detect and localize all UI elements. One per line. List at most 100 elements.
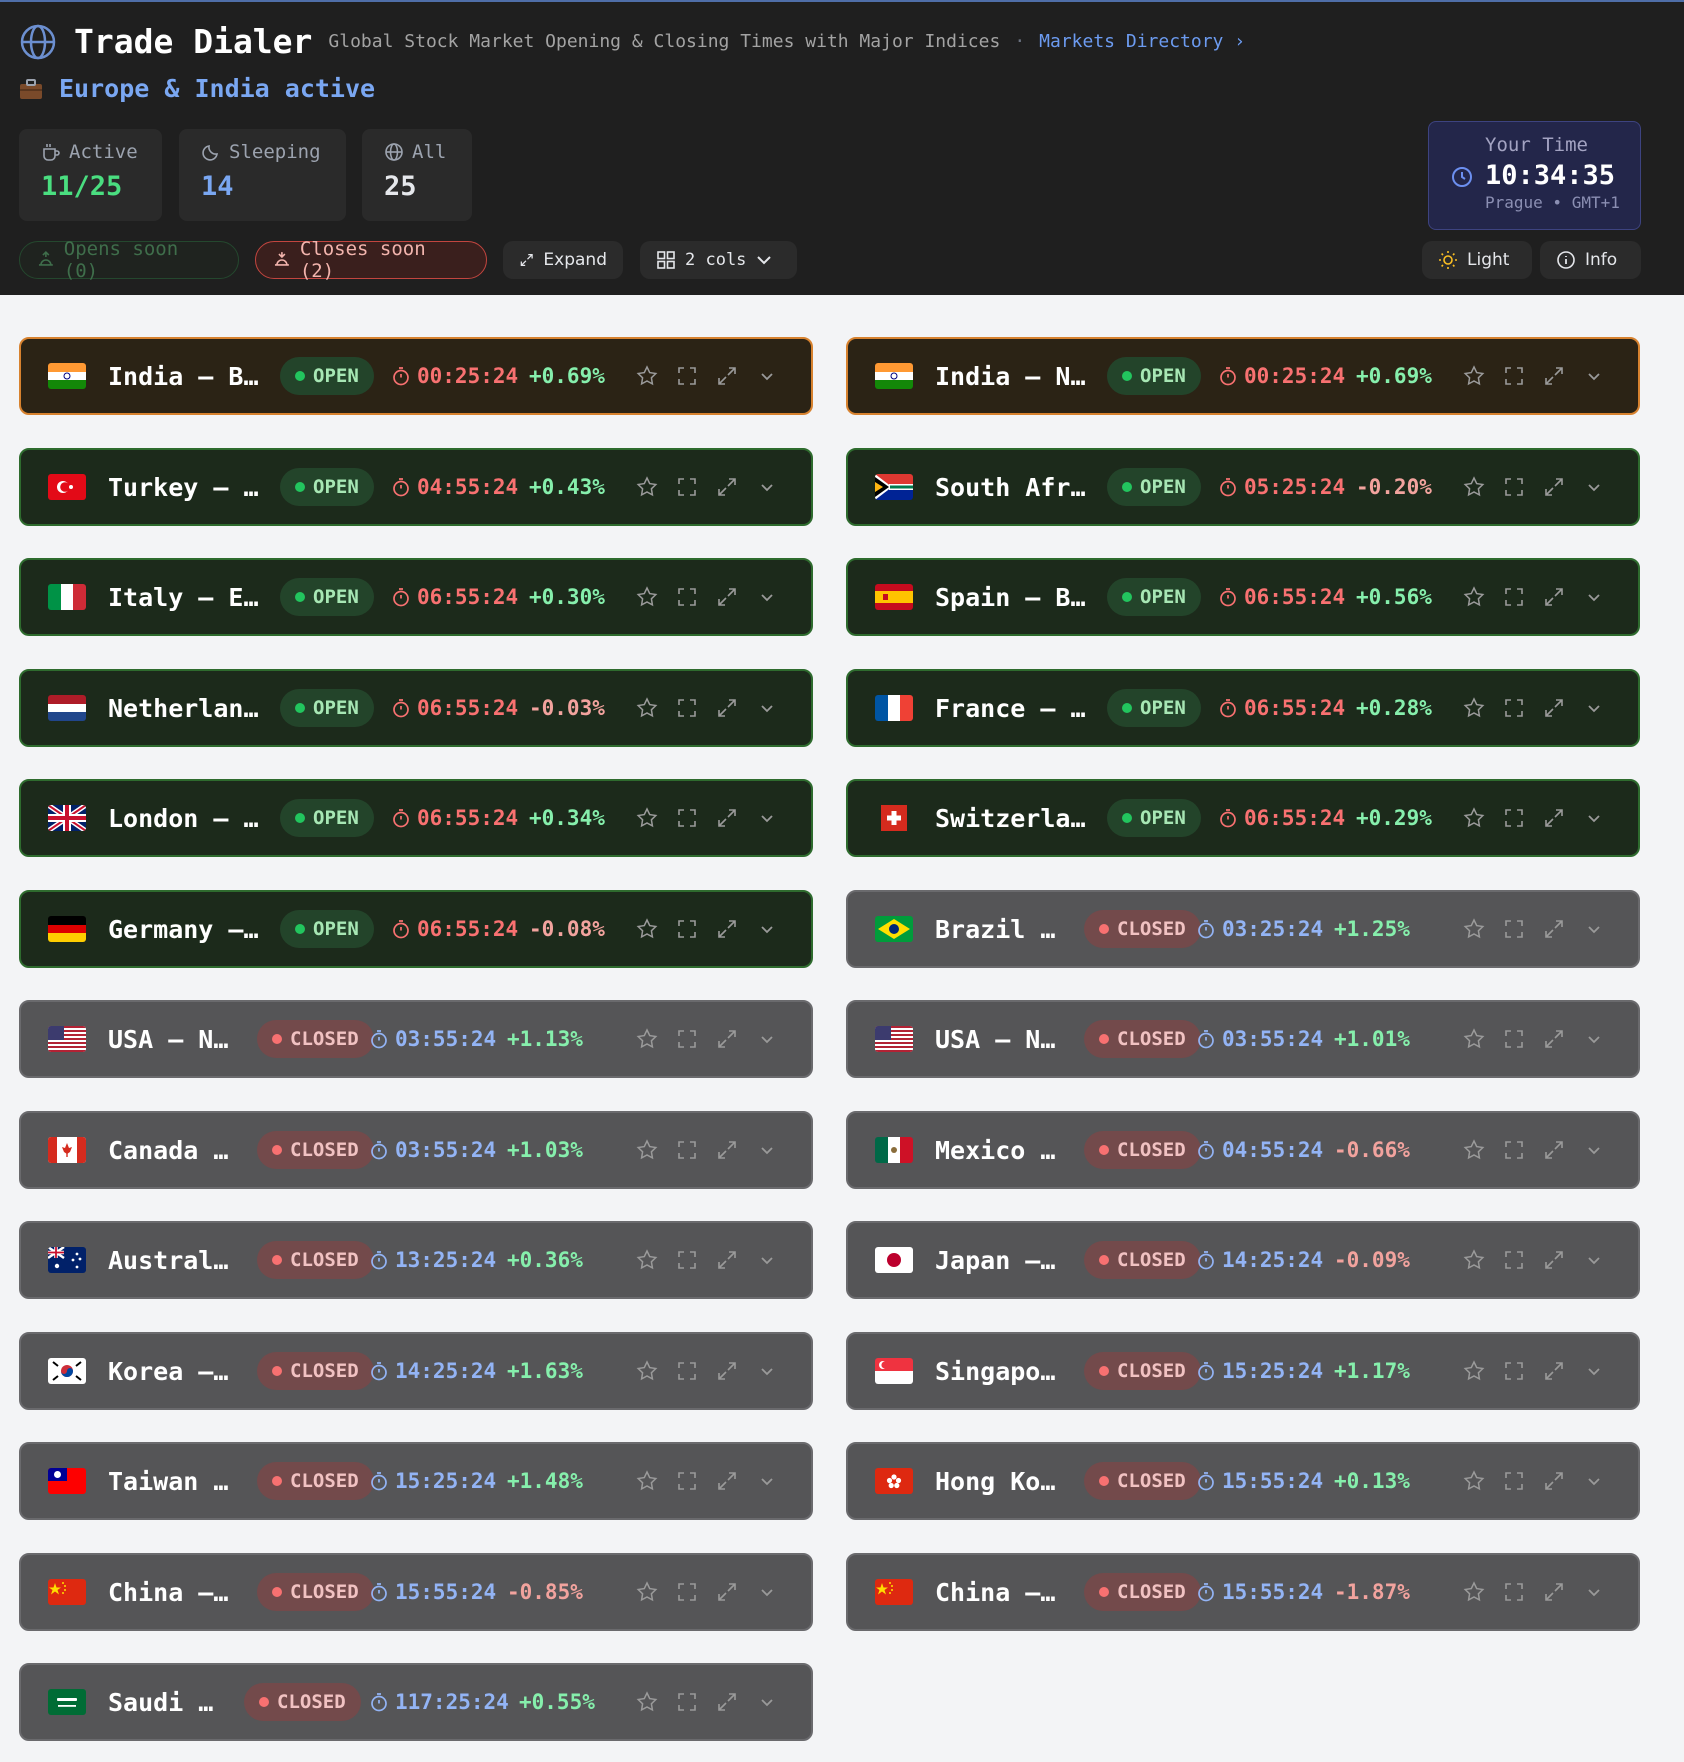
market-card[interactable]: Switzerla… OPEN 06:55:24 +0.29% [846,779,1640,857]
chevron-down-icon[interactable] [755,696,779,720]
expand-card-icon[interactable] [1542,1580,1566,1604]
favorite-star-icon[interactable] [635,1469,659,1493]
favorite-star-icon[interactable] [635,1027,659,1051]
chevron-down-icon[interactable] [755,585,779,609]
market-card[interactable]: Singapo… CLOSED 15:25:24 +1.17% [846,1332,1640,1410]
favorite-star-icon[interactable] [635,696,659,720]
closes-soon-filter[interactable]: Closes soon (2) [255,238,487,282]
opens-soon-filter[interactable]: Opens soon (0) [19,238,239,282]
market-card[interactable]: Spain – B… OPEN 06:55:24 +0.56% [846,558,1640,636]
chevron-down-icon[interactable] [755,1027,779,1051]
chevron-down-icon[interactable] [1582,1027,1606,1051]
expand-card-icon[interactable] [1542,1138,1566,1162]
fullscreen-icon[interactable] [1502,1027,1526,1051]
fullscreen-icon[interactable] [1502,1359,1526,1383]
markets-directory-link[interactable]: Markets Directory › [1039,31,1245,52]
columns-select[interactable]: 2 cols [640,241,797,279]
chevron-down-icon[interactable] [755,917,779,941]
market-card[interactable]: London – … OPEN 06:55:24 +0.34% [19,779,813,857]
favorite-star-icon[interactable] [1462,585,1486,609]
expand-card-icon[interactable] [715,806,739,830]
market-card[interactable]: Japan –… CLOSED 14:25:24 -0.09% [846,1221,1640,1299]
expand-card-icon[interactable] [1542,585,1566,609]
chevron-down-icon[interactable] [755,1690,779,1714]
expand-card-icon[interactable] [715,475,739,499]
favorite-star-icon[interactable] [1462,917,1486,941]
chevron-down-icon[interactable] [1582,917,1606,941]
fullscreen-icon[interactable] [675,1359,699,1383]
expand-card-icon[interactable] [715,364,739,388]
favorite-star-icon[interactable] [635,364,659,388]
chevron-down-icon[interactable] [755,806,779,830]
expand-card-icon[interactable] [1542,364,1566,388]
favorite-star-icon[interactable] [635,1248,659,1272]
expand-card-icon[interactable] [1542,1027,1566,1051]
favorite-star-icon[interactable] [635,1359,659,1383]
favorite-star-icon[interactable] [635,806,659,830]
chevron-down-icon[interactable] [1582,1138,1606,1162]
market-card[interactable]: Brazil … CLOSED 03:25:24 +1.25% [846,890,1640,968]
fullscreen-icon[interactable] [675,917,699,941]
fullscreen-icon[interactable] [1502,1138,1526,1162]
expand-card-icon[interactable] [715,1359,739,1383]
fullscreen-icon[interactable] [1502,1580,1526,1604]
expand-card-icon[interactable] [1542,1469,1566,1493]
market-card[interactable]: China –… CLOSED 15:55:24 -1.87% [846,1553,1640,1631]
chevron-down-icon[interactable] [755,1138,779,1162]
fullscreen-icon[interactable] [675,364,699,388]
fullscreen-icon[interactable] [675,475,699,499]
favorite-star-icon[interactable] [635,1138,659,1162]
favorite-star-icon[interactable] [1462,1138,1486,1162]
chevron-down-icon[interactable] [1582,1469,1606,1493]
market-card[interactable]: Netherlan… OPEN 06:55:24 -0.03% [19,669,813,747]
favorite-star-icon[interactable] [1462,1580,1486,1604]
chevron-down-icon[interactable] [755,364,779,388]
favorite-star-icon[interactable] [1462,475,1486,499]
favorite-star-icon[interactable] [1462,1359,1486,1383]
chevron-down-icon[interactable] [755,475,779,499]
expand-card-icon[interactable] [715,1580,739,1604]
fullscreen-icon[interactable] [675,1027,699,1051]
expand-button[interactable]: Expand [503,241,623,279]
favorite-star-icon[interactable] [1462,364,1486,388]
expand-card-icon[interactable] [715,917,739,941]
market-card[interactable]: Hong Ko… CLOSED 15:55:24 +0.13% [846,1442,1640,1520]
market-card[interactable]: USA – N… CLOSED 03:55:24 +1.13% [19,1000,813,1078]
market-card[interactable]: Canada … CLOSED 03:55:24 +1.03% [19,1111,813,1189]
fullscreen-icon[interactable] [1502,475,1526,499]
chevron-down-icon[interactable] [755,1248,779,1272]
market-card[interactable]: India – N… OPEN 00:25:24 +0.69% [846,337,1640,415]
stat-sleeping[interactable]: Sleeping 14 [179,129,346,221]
market-card[interactable]: India – B… OPEN 00:25:24 +0.69% [19,337,813,415]
expand-card-icon[interactable] [1542,696,1566,720]
expand-card-icon[interactable] [1542,806,1566,830]
fullscreen-icon[interactable] [1502,806,1526,830]
favorite-star-icon[interactable] [1462,806,1486,830]
expand-card-icon[interactable] [1542,1359,1566,1383]
expand-card-icon[interactable] [715,1027,739,1051]
fullscreen-icon[interactable] [1502,1469,1526,1493]
market-card[interactable]: USA – N… CLOSED 03:55:24 +1.01% [846,1000,1640,1078]
theme-toggle-button[interactable]: Light [1422,241,1532,279]
expand-card-icon[interactable] [1542,917,1566,941]
expand-card-icon[interactable] [715,696,739,720]
favorite-star-icon[interactable] [635,475,659,499]
favorite-star-icon[interactable] [1462,1027,1486,1051]
chevron-down-icon[interactable] [1582,364,1606,388]
market-card[interactable]: Germany –… OPEN 06:55:24 -0.08% [19,890,813,968]
favorite-star-icon[interactable] [635,917,659,941]
favorite-star-icon[interactable] [1462,696,1486,720]
stat-active[interactable]: Active 11/25 [19,129,162,221]
market-card[interactable]: China –… CLOSED 15:55:24 -0.85% [19,1553,813,1631]
market-card[interactable]: South Afr… OPEN 05:25:24 -0.20% [846,448,1640,526]
info-button[interactable]: Info [1540,241,1641,279]
chevron-down-icon[interactable] [1582,1248,1606,1272]
favorite-star-icon[interactable] [635,585,659,609]
fullscreen-icon[interactable] [1502,1248,1526,1272]
fullscreen-icon[interactable] [675,1138,699,1162]
fullscreen-icon[interactable] [1502,696,1526,720]
fullscreen-icon[interactable] [675,1690,699,1714]
expand-card-icon[interactable] [715,1138,739,1162]
expand-card-icon[interactable] [715,1690,739,1714]
fullscreen-icon[interactable] [1502,364,1526,388]
